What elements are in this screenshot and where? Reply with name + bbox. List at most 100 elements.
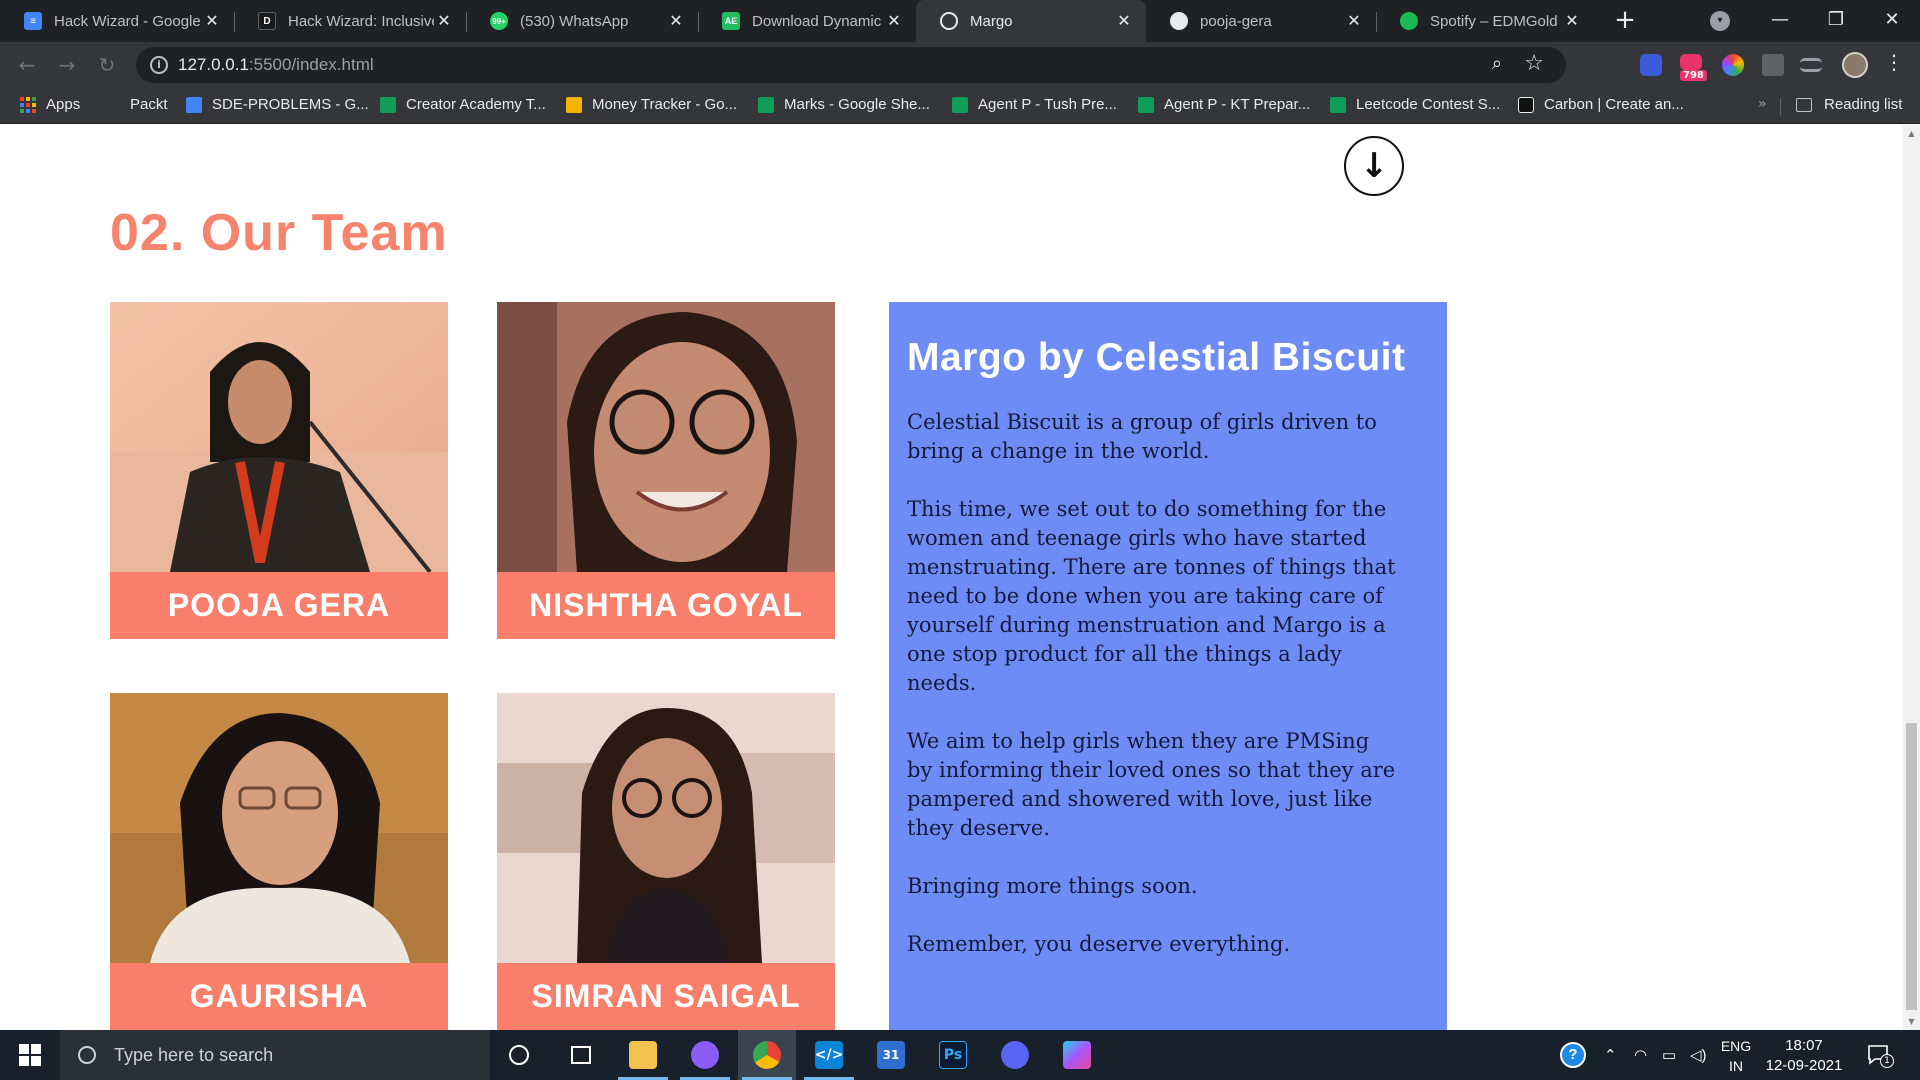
task-view-icon[interactable] bbox=[552, 1030, 610, 1080]
windows-taskbar: Type here to search </> 31 Ps ? ⌃ ◠ ▭ ◁)… bbox=[0, 1030, 1920, 1080]
vscode-icon[interactable]: </> bbox=[800, 1030, 858, 1080]
page-scrollbar[interactable]: ▲ ▼ bbox=[1903, 125, 1920, 1030]
profile-avatar[interactable] bbox=[1842, 52, 1868, 78]
tab-title: Hack Wizard - Google bbox=[54, 12, 201, 30]
devpost-icon: D bbox=[258, 12, 276, 30]
globe-icon bbox=[940, 12, 958, 30]
app-gradient-icon[interactable] bbox=[1048, 1030, 1106, 1080]
team-member-name: POOJA GERA bbox=[110, 572, 448, 639]
extension-badge: 798 bbox=[1680, 70, 1707, 81]
close-icon[interactable]: ✕ bbox=[202, 11, 222, 31]
browser-tab-strip: ≡ Hack Wizard - Google ✕ D Hack Wizard: … bbox=[0, 0, 1920, 42]
team-member-name: GAURISHA bbox=[110, 963, 448, 1030]
bookmark-apps[interactable]: Apps bbox=[20, 96, 80, 113]
tab-download-dynamic[interactable]: AE Download Dynamic w ✕ bbox=[698, 0, 916, 42]
about-paragraph: Bringing more things soon. bbox=[907, 874, 1198, 898]
tab-title: Margo bbox=[970, 12, 1013, 30]
team-card: SIMRAN SAIGAL bbox=[497, 693, 835, 1030]
google-sheets-icon bbox=[1330, 96, 1346, 113]
new-tab-button[interactable]: + bbox=[1610, 6, 1640, 36]
browser-menu-icon[interactable]: ⋮ bbox=[1884, 50, 1904, 74]
url-text[interactable]: 127.0.0.1:5500/index.html bbox=[178, 55, 374, 75]
scroll-down-arrow-icon[interactable]: ↓ bbox=[1344, 136, 1404, 196]
bookmark-carbon[interactable]: Carbon | Create an... bbox=[1518, 96, 1684, 113]
bookmark-agent-p-kt[interactable]: Agent P - KT Prepar... bbox=[1138, 96, 1310, 113]
volume-icon[interactable]: ◁) bbox=[1690, 1030, 1707, 1080]
spotify-icon bbox=[1400, 12, 1418, 30]
google-sheets-icon bbox=[1138, 96, 1154, 113]
site-info-icon[interactable]: i bbox=[150, 56, 168, 74]
about-paragraph: Celestial Biscuit is a group of girls dr… bbox=[907, 410, 1377, 463]
tab-hack-wizard-docs[interactable]: ≡ Hack Wizard - Google ✕ bbox=[0, 0, 234, 42]
zoom-icon[interactable]: ⌕ bbox=[1492, 53, 1502, 74]
extension-color-icon[interactable] bbox=[1722, 54, 1744, 76]
close-icon[interactable]: ✕ bbox=[1344, 11, 1364, 31]
help-icon[interactable]: ? bbox=[1560, 1030, 1586, 1080]
bookmark-leetcode-contest[interactable]: Leetcode Contest S... bbox=[1330, 96, 1500, 113]
system-clock[interactable]: 18:07 12-09-2021 bbox=[1760, 1036, 1848, 1076]
notification-center-icon[interactable]: 1 bbox=[1866, 1042, 1894, 1068]
minimize-button[interactable]: — bbox=[1752, 0, 1808, 42]
tab-margo[interactable]: Margo ✕ bbox=[916, 0, 1146, 42]
tab-spotify[interactable]: Spotify – EDMGold ✕ bbox=[1376, 0, 1594, 42]
close-window-button[interactable]: ✕ bbox=[1864, 0, 1920, 42]
browser-toolbar: ← → ↻ i 127.0.0.1:5500/index.html ⌕ ☆ 79… bbox=[0, 42, 1920, 88]
team-member-photo bbox=[497, 693, 835, 963]
close-icon[interactable]: ✕ bbox=[434, 11, 454, 31]
github-icon bbox=[1170, 12, 1188, 30]
more-bookmarks-icon[interactable]: » bbox=[1758, 96, 1767, 112]
google-docs-icon: ≡ bbox=[24, 12, 42, 30]
chevron-up-icon[interactable]: ⌃ bbox=[1604, 1030, 1617, 1080]
battery-icon[interactable]: ▭ bbox=[1662, 1030, 1676, 1080]
google-sheets-icon bbox=[380, 96, 396, 113]
bookmark-sde-problems[interactable]: SDE-PROBLEMS - G... bbox=[186, 96, 369, 113]
extension-messenger-icon[interactable] bbox=[1640, 54, 1662, 76]
taskbar-search-input[interactable]: Type here to search bbox=[60, 1030, 490, 1080]
bookmark-agent-p-tush[interactable]: Agent P - Tush Pre... bbox=[952, 96, 1117, 113]
bookmark-packt[interactable]: Packt bbox=[104, 96, 168, 113]
language-indicator[interactable]: ENG IN bbox=[1714, 1036, 1758, 1076]
bookmark-marks[interactable]: Marks - Google She... bbox=[758, 96, 930, 113]
scroll-up-arrow-icon[interactable]: ▲ bbox=[1906, 129, 1917, 138]
scrollbar-thumb[interactable] bbox=[1906, 723, 1917, 1010]
address-bar[interactable]: i 127.0.0.1:5500/index.html ⌕ ☆ bbox=[136, 47, 1566, 83]
tab-whatsapp[interactable]: 99+ (530) WhatsApp ✕ bbox=[466, 0, 698, 42]
chrome-icon[interactable] bbox=[738, 1030, 796, 1080]
about-panel: Margo by Celestial Biscuit Celestial Bis… bbox=[889, 302, 1447, 1030]
tab-title: Download Dynamic w bbox=[752, 12, 884, 30]
tab-hack-wizard-devpost[interactable]: D Hack Wizard: Inclusive ✕ bbox=[234, 0, 466, 42]
bookmark-star-icon[interactable]: ☆ bbox=[1524, 51, 1544, 76]
reading-list-icon bbox=[1796, 97, 1812, 112]
extensions-puzzle-icon[interactable] bbox=[1762, 54, 1784, 76]
restore-button[interactable]: ❐ bbox=[1808, 0, 1864, 42]
cortana-icon[interactable] bbox=[490, 1030, 548, 1080]
tab-search-icon[interactable]: ▾ bbox=[1710, 11, 1730, 31]
close-icon[interactable]: ✕ bbox=[1114, 11, 1134, 31]
reading-list-button[interactable]: Reading list bbox=[1796, 96, 1902, 113]
about-paragraph: We aim to help girls when they are PMSin… bbox=[907, 729, 1396, 840]
team-card: GAURISHA bbox=[110, 693, 448, 1030]
back-arrow-icon[interactable]: ← bbox=[12, 50, 42, 80]
about-paragraph: This time, we set out to do something fo… bbox=[907, 497, 1396, 695]
calendar-icon[interactable]: 31 bbox=[862, 1030, 920, 1080]
search-icon bbox=[78, 1046, 96, 1064]
close-icon[interactable]: ✕ bbox=[884, 11, 904, 31]
team-card: NISHTHA GOYAL bbox=[497, 302, 835, 639]
extension-m-icon[interactable] bbox=[1680, 54, 1702, 70]
discord-icon[interactable] bbox=[986, 1030, 1044, 1080]
close-icon[interactable]: ✕ bbox=[1562, 11, 1582, 31]
section-title: 02. Our Team bbox=[110, 204, 448, 262]
file-explorer-icon[interactable] bbox=[614, 1030, 672, 1080]
bookmark-creator-academy[interactable]: Creator Academy T... bbox=[380, 96, 546, 113]
windows-start-icon[interactable] bbox=[0, 1030, 60, 1080]
forward-arrow-icon[interactable]: → bbox=[52, 50, 82, 80]
tab-github-pooja-gera[interactable]: pooja-gera ✕ bbox=[1146, 0, 1376, 42]
close-icon[interactable]: ✕ bbox=[666, 11, 686, 31]
reload-icon[interactable]: ↻ bbox=[92, 50, 122, 80]
media-control-icon[interactable] bbox=[1800, 58, 1822, 72]
photoshop-icon[interactable]: Ps bbox=[924, 1030, 982, 1080]
github-desktop-icon[interactable] bbox=[676, 1030, 734, 1080]
scroll-down-small-icon[interactable]: ▼ bbox=[1906, 1017, 1917, 1026]
wifi-icon[interactable]: ◠ bbox=[1634, 1030, 1647, 1080]
bookmark-money-tracker[interactable]: Money Tracker - Go... bbox=[566, 96, 737, 113]
